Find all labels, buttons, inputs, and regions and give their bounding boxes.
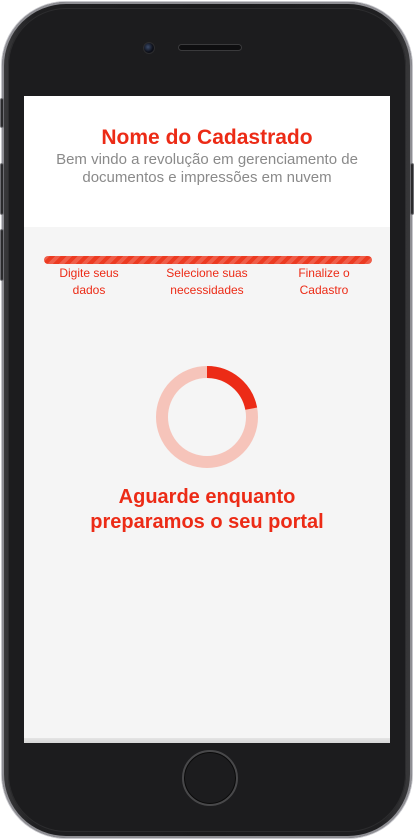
step-select-needs: Selecione suas necessidades bbox=[152, 265, 262, 299]
page-title: Nome do Cadastrado bbox=[101, 126, 313, 149]
loading-message: Aguarde enquanto preparamos o seu portal bbox=[24, 485, 390, 535]
step-enter-data: Digite seus dados bbox=[44, 265, 134, 299]
step-label: necessidades bbox=[170, 283, 244, 297]
home-button[interactable] bbox=[182, 750, 238, 806]
header: Nome do Cadastrado Bem vindo a revolução… bbox=[24, 96, 390, 227]
app-screen: Nome do Cadastrado Bem vindo a revolução… bbox=[24, 96, 390, 743]
loading-message-line: preparamos o seu portal bbox=[90, 511, 324, 533]
phone-frame: Nome do Cadastrado Bem vindo a revolução… bbox=[2, 2, 412, 838]
mute-switch bbox=[0, 98, 4, 128]
step-label: dados bbox=[72, 283, 106, 297]
progress-fill bbox=[44, 256, 372, 264]
volume-down-button bbox=[0, 229, 4, 281]
step-label: Finalize o bbox=[298, 266, 350, 280]
earpiece-speaker bbox=[178, 44, 242, 51]
step-label: Selecione suas bbox=[166, 266, 248, 280]
step-finish-registration: Finalize o Cadastro bbox=[282, 265, 366, 299]
step-label: Digite seus bbox=[59, 266, 119, 280]
screen-bottom-edge bbox=[24, 738, 390, 743]
power-button bbox=[410, 163, 414, 215]
step-label: Cadastro bbox=[299, 283, 349, 297]
subtitle-line: documentos e impressões em nuvem bbox=[82, 169, 332, 186]
registration-progress-bar bbox=[44, 256, 372, 264]
volume-up-button bbox=[0, 163, 4, 215]
loading-spinner bbox=[156, 366, 258, 468]
subtitle-line: Bem vindo a revolução em gerenciamento d… bbox=[56, 151, 358, 168]
front-camera bbox=[143, 42, 155, 54]
loading-message-line: Aguarde enquanto bbox=[118, 486, 296, 508]
page-subtitle: Bem vindo a revolução em gerenciamento d… bbox=[44, 151, 370, 187]
